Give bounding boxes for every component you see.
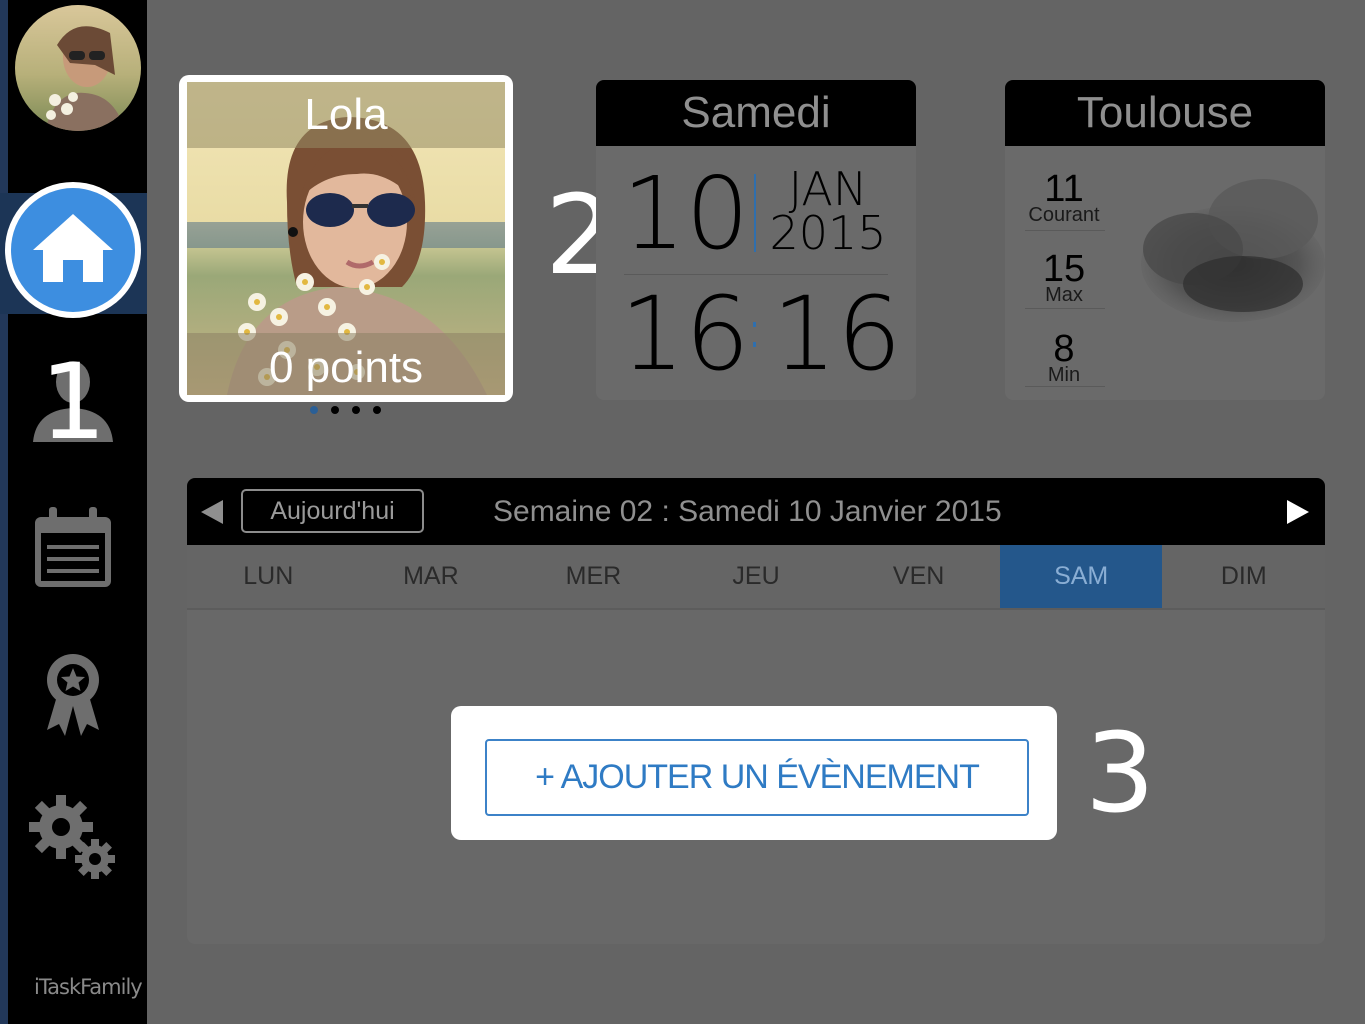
- pager-dot[interactable]: [310, 406, 318, 414]
- pager-dot[interactable]: [352, 406, 360, 414]
- pager-dot[interactable]: [373, 406, 381, 414]
- sidebar-item-settings[interactable]: [27, 795, 119, 888]
- add-event-card: + AJOUTER UN ÉVÈNEMENT: [451, 706, 1057, 840]
- calendar-icon: [31, 505, 115, 594]
- week-title: Semaine 02 : Samedi 10 Janvier 2015: [493, 495, 1002, 528]
- weather-separator: [1025, 386, 1105, 387]
- time-minute: 16: [772, 275, 902, 394]
- pager-dot[interactable]: [331, 406, 339, 414]
- home-button[interactable]: [5, 182, 141, 318]
- date-widget-day-name: Samedi: [596, 80, 916, 146]
- profile-card[interactable]: Lola 0 points: [179, 75, 513, 402]
- add-event-button[interactable]: + AJOUTER UN ÉVÈNEMENT: [485, 739, 1029, 816]
- tab-dim[interactable]: DIM: [1162, 545, 1325, 608]
- profile-pager[interactable]: [310, 406, 381, 414]
- weather-min-value: 8: [1053, 328, 1075, 370]
- weather-widget: 11 Courant 15 Max 8 Min: [1005, 146, 1325, 400]
- weather-max-label: Max: [1045, 284, 1083, 306]
- annotation-3: 3: [1085, 709, 1155, 837]
- home-icon: [31, 212, 115, 289]
- tab-ven[interactable]: VEN: [837, 545, 1000, 608]
- sidebar-item-calendar[interactable]: [27, 505, 119, 594]
- annotation-1: 1: [40, 341, 107, 463]
- weather-current-value: 11: [1044, 168, 1084, 210]
- date-divider: [754, 174, 756, 252]
- prev-week-arrow-icon[interactable]: [199, 498, 225, 531]
- weather-separator: [1025, 230, 1105, 231]
- weather-max-value: 15: [1042, 248, 1086, 290]
- tab-lun[interactable]: LUN: [187, 545, 350, 608]
- date-widget: 10 JAN 2015 16 16: [596, 146, 916, 400]
- cloud-icon: [1123, 164, 1325, 349]
- brand-logo: iTaskFamily: [34, 975, 143, 999]
- tab-mer[interactable]: MER: [512, 545, 675, 608]
- sidebar-item-rewards[interactable]: [27, 652, 119, 741]
- time-colon-bottom: [753, 342, 756, 347]
- tab-mar[interactable]: MAR: [350, 545, 513, 608]
- gears-icon: [29, 795, 117, 888]
- next-week-arrow-icon[interactable]: [1285, 498, 1311, 531]
- sidebar: 1 iTaskFamily: [0, 0, 147, 1024]
- sidebar-stripe: [0, 0, 8, 1024]
- home-button-inner: [11, 188, 135, 312]
- date-day: 10: [622, 155, 750, 272]
- profile-name: Lola: [304, 90, 388, 139]
- profile-points: 0 points: [268, 343, 424, 392]
- award-icon: [43, 652, 103, 741]
- weather-separator: [1025, 308, 1105, 309]
- today-button[interactable]: Aujourd'hui: [241, 489, 424, 533]
- time-hour: 16: [620, 275, 750, 394]
- weather-min-label: Min: [1047, 364, 1081, 386]
- calendar-header: Aujourd'hui Semaine 02 : Samedi 10 Janvi…: [187, 478, 1325, 545]
- tab-sam[interactable]: SAM: [999, 545, 1163, 608]
- weather-city: Toulouse: [1005, 80, 1325, 146]
- profile-photo: Lola 0 points: [187, 82, 505, 395]
- weather-current-label: Courant: [1028, 204, 1100, 226]
- avatar[interactable]: [15, 5, 141, 131]
- date-year: 2015: [769, 206, 887, 260]
- time-colon-top: [753, 322, 756, 327]
- weekday-tabs: LUN MAR MER JEU VEN SAM DIM: [187, 545, 1325, 610]
- tab-jeu[interactable]: JEU: [675, 545, 838, 608]
